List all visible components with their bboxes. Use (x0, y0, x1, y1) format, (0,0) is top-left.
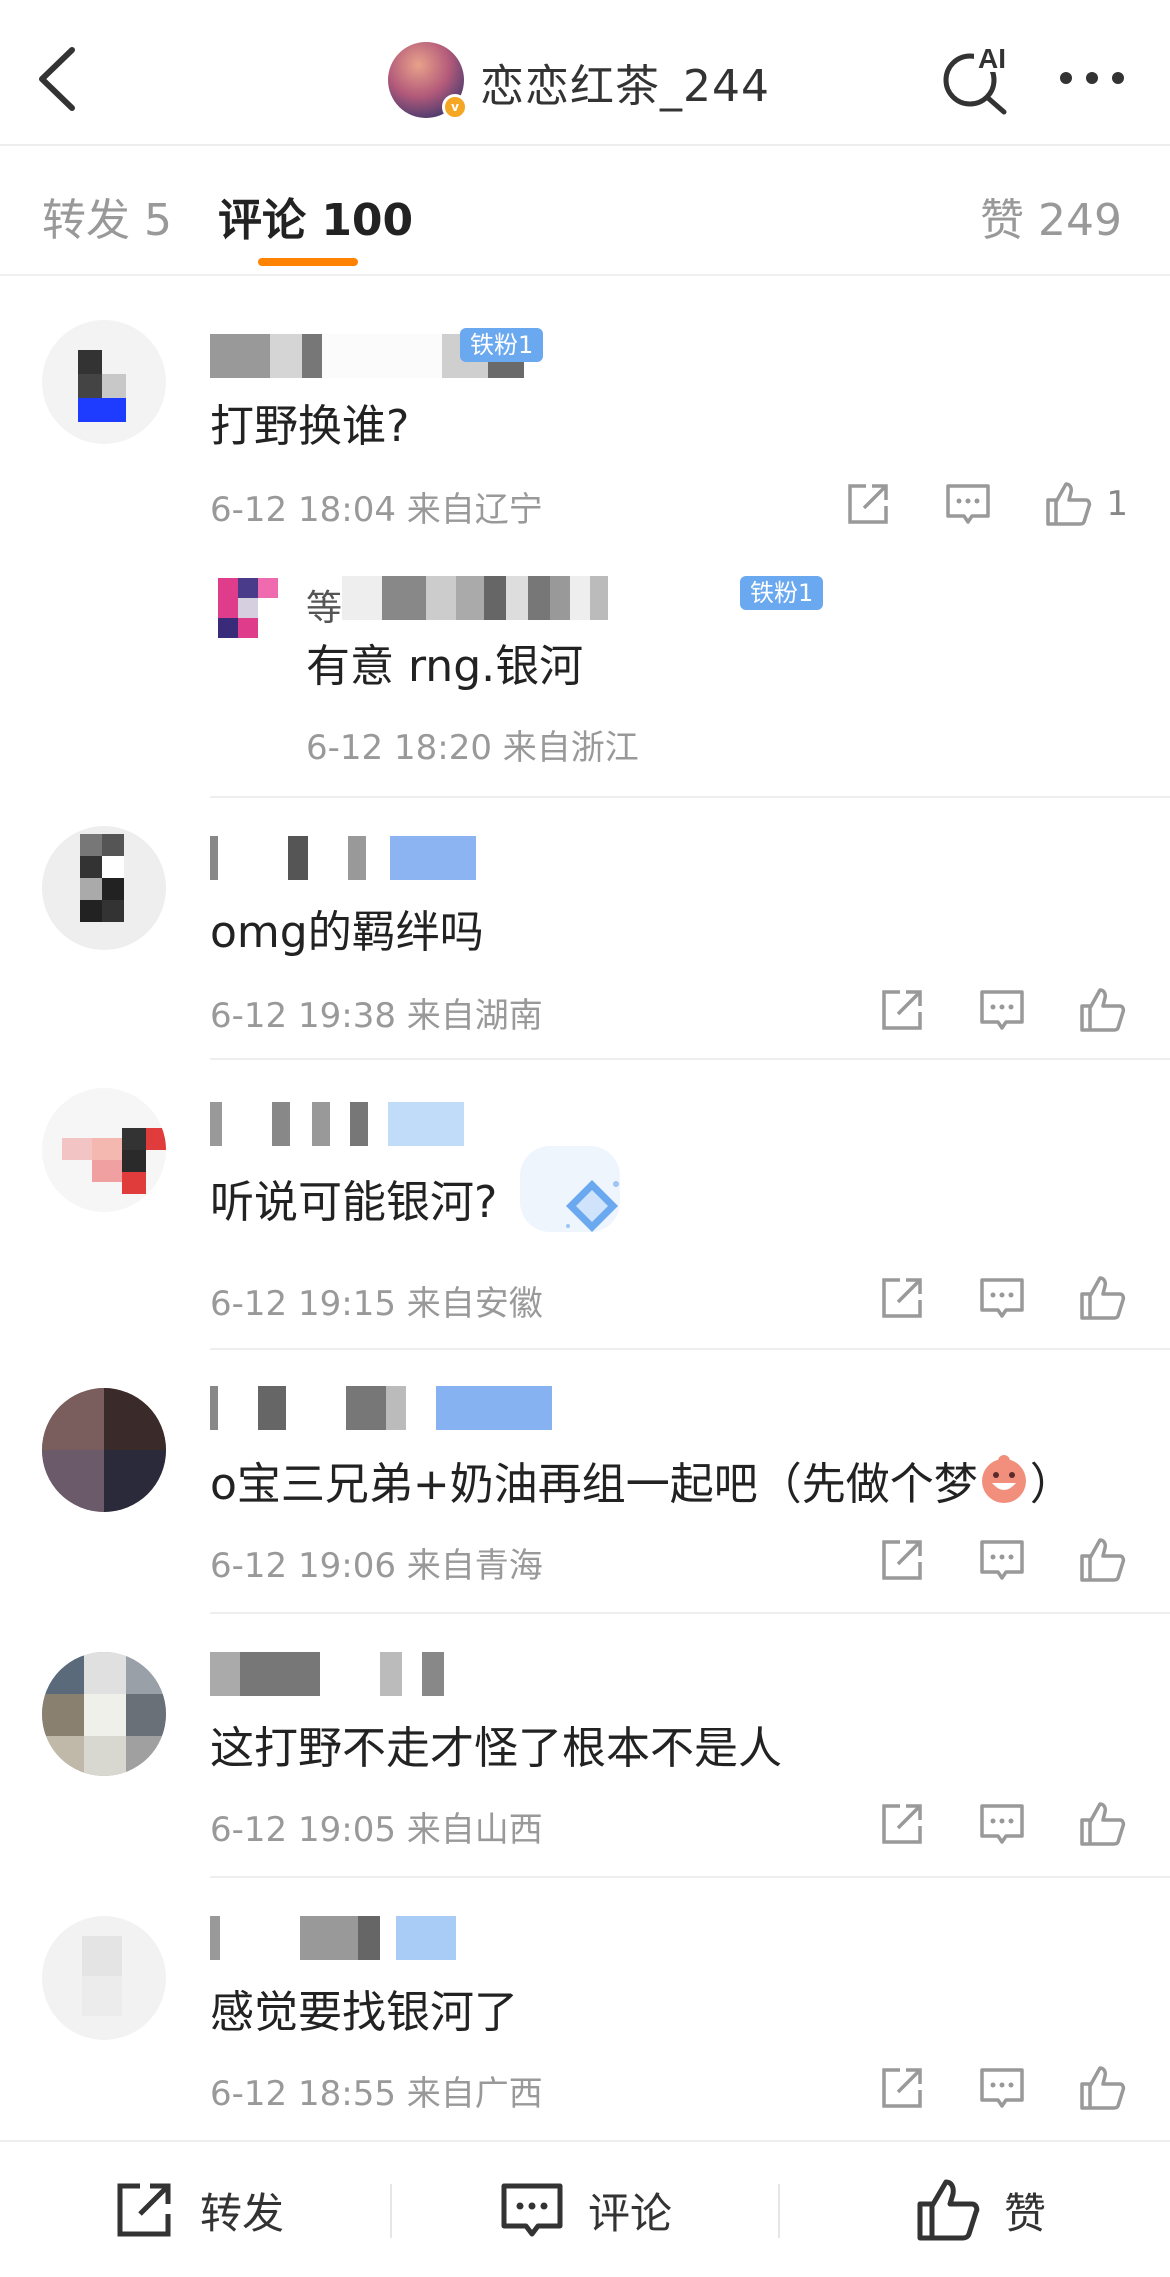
author-avatar[interactable]: v (388, 42, 468, 120)
like-button[interactable]: 赞 (914, 2172, 1046, 2248)
comment-text: 这打野不走才怪了根本不是人 (210, 1723, 782, 1774)
comment-icon[interactable] (976, 2062, 1028, 2114)
like-icon[interactable] (1076, 2062, 1128, 2114)
comment-icon[interactable] (976, 1272, 1028, 1324)
comment-actions (876, 1798, 1128, 1850)
thumbs-up-icon (917, 2179, 980, 2241)
comment-item: 这打野不走才怪了根本不是人 6-12 19:05 来自山西 (0, 1616, 1170, 1880)
comment-icon[interactable] (942, 478, 994, 530)
comment-text: 感觉要找银河了 (210, 1987, 518, 2038)
separator (390, 2184, 392, 2238)
tab-repost[interactable]: 转发 5 (42, 184, 172, 248)
like-icon[interactable] (1076, 1798, 1128, 1850)
reply-fan-badge: 铁粉1 (740, 576, 824, 610)
commenter-name-blurred[interactable] (210, 836, 476, 880)
comment-actions (876, 1272, 1128, 1324)
divider (210, 1876, 1170, 1878)
comment-label: 评论 (588, 2188, 673, 2238)
smile-emoji-icon (981, 1455, 1026, 1503)
like-count: 1 (1106, 484, 1128, 524)
commenter-avatar[interactable] (42, 320, 166, 444)
comment-meta: 6-12 19:15 来自安徽 (210, 1284, 543, 1324)
share-icon[interactable] (842, 478, 894, 530)
comment-meta: 6-12 19:05 来自山西 (210, 1810, 543, 1850)
active-tab-indicator (258, 258, 358, 266)
repost-label: 转发 (200, 2188, 285, 2238)
divider (210, 796, 1170, 798)
divider (210, 1348, 1170, 1350)
reply-item: 等 铁粉1 有意 rng.银河 6-12 18:20 来自浙江 (210, 570, 1170, 790)
like-icon[interactable] (1076, 1272, 1128, 1324)
commenter-avatar[interactable] (42, 1652, 166, 1776)
comment-text: 听说可能银河? (210, 1177, 498, 1228)
share-icon[interactable] (876, 2062, 928, 2114)
share-icon[interactable] (876, 1534, 928, 1586)
commenter-avatar[interactable] (42, 1916, 166, 2040)
comment-text: o宝三兄弟+奶油再组一起吧（先做个梦） (210, 1448, 1074, 1512)
comment-actions (876, 2062, 1128, 2114)
tab-likes[interactable]: 赞 249 (980, 184, 1122, 248)
comment-item: 铁粉1 打野换谁? 6-12 18:04 来自辽宁 1 等 铁粉1 有意 rng… (0, 300, 1170, 800)
commenter-name-blurred[interactable] (210, 1386, 552, 1430)
commenter-name-blurred[interactable] (210, 1916, 456, 1960)
comment-icon[interactable] (976, 1798, 1028, 1850)
reply-avatar[interactable] (218, 578, 282, 642)
comment-item: 听说可能银河? 6-12 19:15 来自安徽 (0, 1062, 1170, 1352)
comment-icon[interactable] (976, 1534, 1028, 1586)
like-icon[interactable] (1076, 1534, 1128, 1586)
reply-name-blurred[interactable]: 等 (306, 576, 609, 629)
reply-meta: 6-12 18:20 来自浙江 (306, 728, 639, 768)
like-label: 赞 (1004, 2188, 1047, 2238)
page-title[interactable]: 恋恋红茶_244 (480, 50, 770, 114)
tab-comments[interactable]: 评论 100 (218, 184, 413, 248)
divider (210, 1058, 1170, 1060)
comment-meta: 6-12 19:38 来自湖南 (210, 996, 543, 1036)
repost-button[interactable]: 转发 (110, 2172, 284, 2248)
more-options-icon[interactable] (1056, 60, 1128, 96)
share-icon[interactable] (876, 1272, 928, 1324)
comment-item: omg的羁绊吗 6-12 19:38 来自湖南 (0, 800, 1170, 1062)
commenter-avatar[interactable] (42, 1388, 166, 1512)
separator (778, 2184, 780, 2238)
comment-actions (876, 1534, 1128, 1586)
comment-text: 打野换谁? (210, 401, 410, 452)
share-icon[interactable] (876, 1798, 928, 1850)
comment-meta: 6-12 19:06 来自青海 (210, 1546, 543, 1586)
like-icon[interactable] (1076, 984, 1128, 1036)
comment-item: 感觉要找银河了 6-12 18:55 来自广西 (0, 1880, 1170, 2140)
comment-bubble-icon (501, 2183, 563, 2237)
commenter-name-blurred[interactable] (210, 1102, 464, 1146)
divider (210, 1612, 1170, 1614)
diamond-sticker-icon (566, 1180, 619, 1232)
commenter-avatar[interactable] (42, 1088, 166, 1212)
comment-meta: 6-12 18:04 来自辽宁 (210, 490, 543, 530)
back-arrow-icon[interactable] (28, 42, 88, 116)
ai-search-icon[interactable]: AI (938, 40, 1014, 116)
ai-label: AI (978, 43, 1006, 74)
comment-text: omg的羁绊吗 (210, 907, 484, 958)
comment-actions: 1 (842, 478, 1128, 530)
repost-icon (117, 2183, 171, 2237)
tab-bar: 转发 5 评论 100 赞 249 (0, 148, 1170, 276)
verified-badge-icon: v (442, 94, 468, 120)
comment-item: o宝三兄弟+奶油再组一起吧（先做个梦） 6-12 19:06 来自青海 (0, 1352, 1170, 1616)
comment-icon[interactable] (976, 984, 1028, 1036)
share-icon[interactable] (876, 984, 928, 1036)
fan-badge: 铁粉1 (460, 328, 544, 362)
commenter-avatar[interactable] (42, 826, 166, 950)
like-icon[interactable] (1042, 478, 1094, 530)
top-nav-bar: v 恋恋红茶_244 AI (0, 0, 1170, 146)
commenter-name-blurred[interactable] (210, 1652, 444, 1696)
bottom-action-bar: 转发 评论 赞 (0, 2140, 1170, 2277)
comment-actions (876, 984, 1128, 1036)
reply-text: 有意 rng.银河 (306, 641, 584, 692)
comment-button[interactable]: 评论 (498, 2172, 672, 2248)
comment-meta: 6-12 18:55 来自广西 (210, 2074, 543, 2114)
